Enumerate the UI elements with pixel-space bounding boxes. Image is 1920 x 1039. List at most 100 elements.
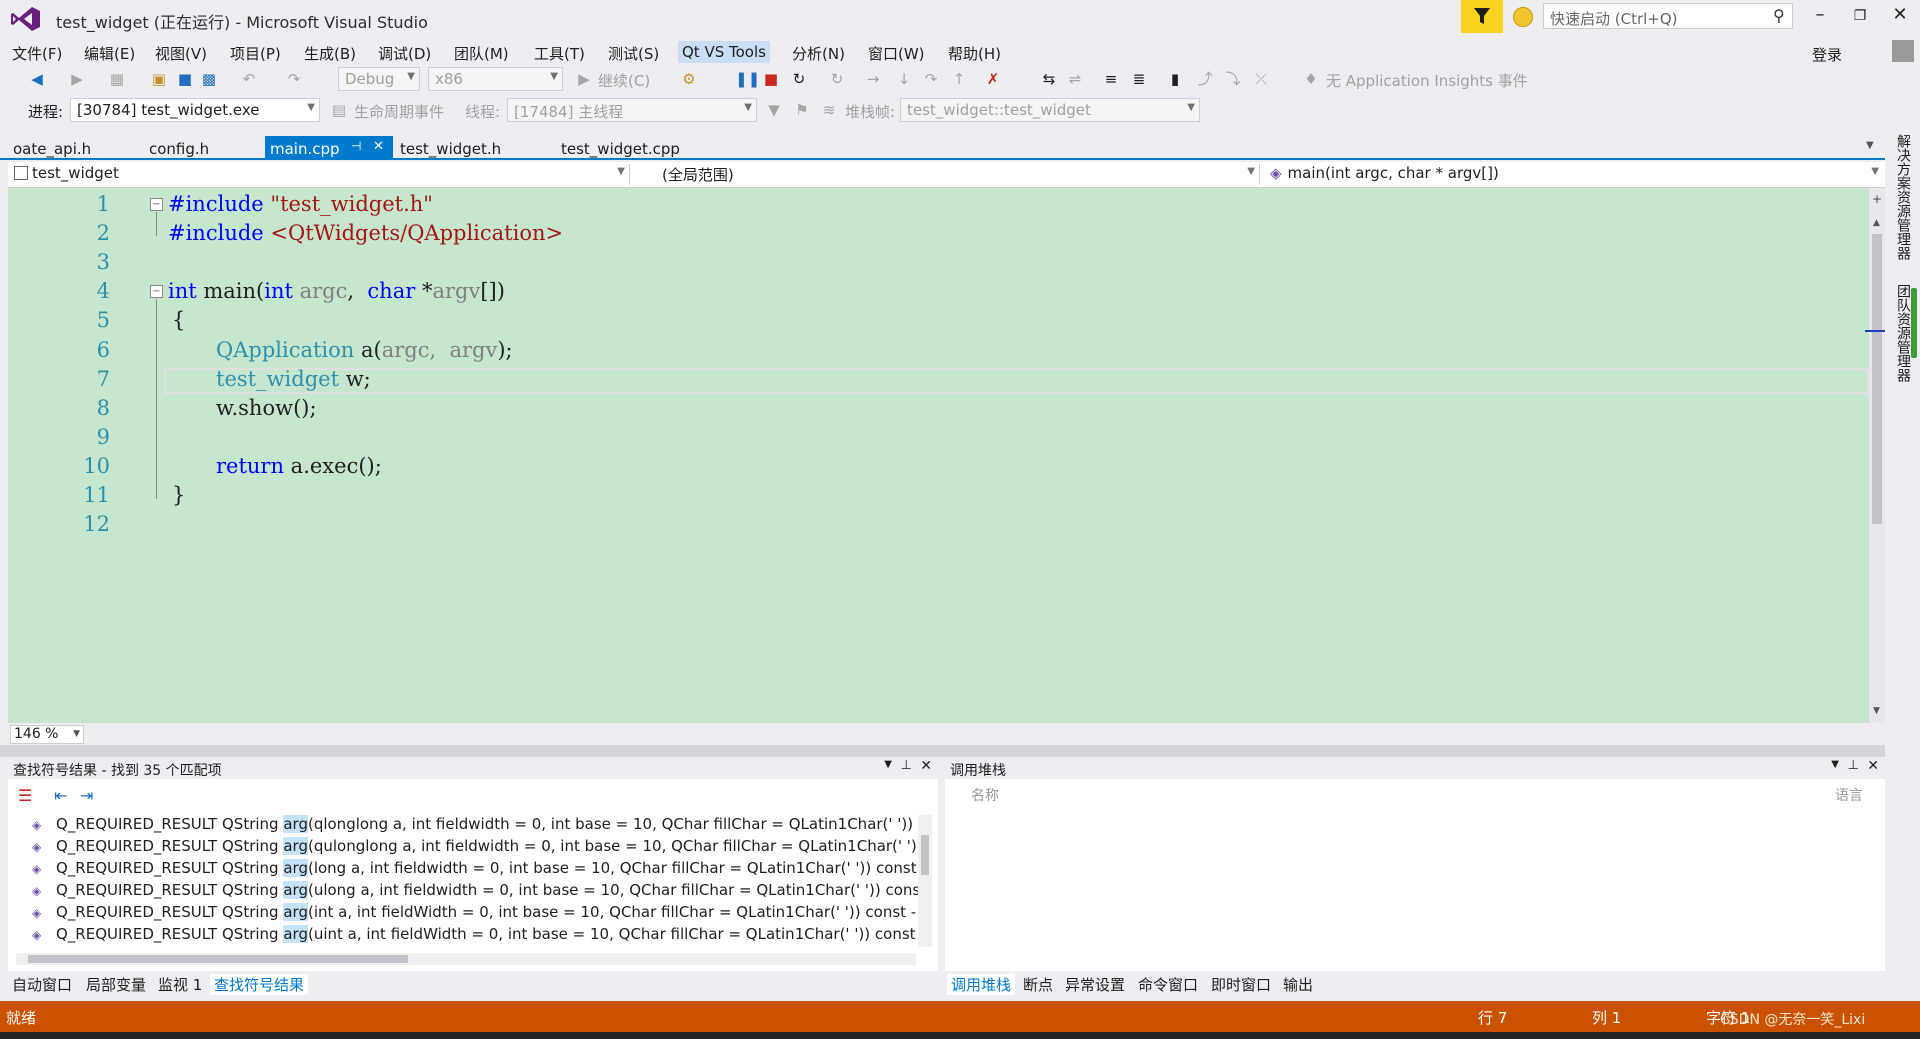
feedback-smiley-icon[interactable] [1513,7,1533,27]
result-row[interactable]: Q_REQUIRED_RESULT QString arg(ulong a, i… [56,881,926,899]
clear-bookmarks-icon[interactable]: ⤫ [1252,70,1270,88]
menu-tools[interactable]: 工具(T) [530,41,589,66]
menu-test[interactable]: 测试(S) [604,41,663,66]
team-explorer-tab[interactable]: 团队资源管理器 [1893,284,1913,382]
stop-icon[interactable]: ■ [762,70,780,88]
quick-launch-input[interactable]: 快速启动 (Ctrl+Q) [1543,3,1793,29]
results-vertical-scrollbar[interactable] [918,815,932,947]
pin-panel-icon[interactable]: ⊥ [901,758,912,773]
tab-exception-settings[interactable]: 异常设置 [1065,974,1125,995]
next-bookmark-icon[interactable]: ⤵ [1224,70,1242,88]
step-into-icon[interactable]: ↓ [895,70,913,88]
pause-icon[interactable]: ❚❚ [735,70,760,88]
thread-filter-icon[interactable]: ▼ [765,101,783,119]
open-file-icon[interactable]: ▣ [150,70,168,88]
save-all-icon[interactable]: ▩ [200,70,218,88]
solution-platform-select[interactable]: x86 ▼ [428,67,563,91]
panel-menu-chevron-icon[interactable]: ▼ [884,759,892,770]
result-row[interactable]: Q_REQUIRED_RESULT QString arg(uint a, in… [56,925,926,943]
redo-icon[interactable]: ↷ [285,70,303,88]
menu-qt-vs-tools[interactable]: Qt VS Tools [678,41,770,63]
tab-immediate-window[interactable]: 即时窗口 [1211,974,1271,995]
fold-toggle-icon[interactable]: − [150,285,163,298]
continue-button[interactable]: 继续(C) [598,70,650,91]
tab-find-symbol-results[interactable]: 查找符号结果 [210,974,309,995]
breakpoint-toggle-icon[interactable]: ✗ [984,70,1002,88]
close-panel-icon[interactable]: ✕ [920,758,932,774]
split-view-icon[interactable]: + [1872,192,1882,206]
lifecycle-events-dropdown[interactable]: 生命周期事件 [354,101,444,122]
code-editor[interactable]: 1 2 3 4 5 6 7 8 9 10 11 12 − − #include … [8,188,1885,723]
member-dropdown[interactable]: ◈ main(int argc, char * argv[]) ▼ [1266,164,1883,185]
menu-window[interactable]: 窗口(W) [864,41,929,66]
next-result-icon[interactable]: ⇥ [80,786,93,805]
menu-debug[interactable]: 调试(D) [374,41,435,66]
flag-thread-icon[interactable]: ⚑ [793,101,811,119]
prev-result-icon[interactable]: ⇤ [54,786,67,805]
menu-help[interactable]: 帮助(H) [944,41,1005,66]
outdent-icon[interactable]: ≣ [1130,70,1148,88]
minimize-button[interactable]: – [1800,4,1840,30]
menu-analyze[interactable]: 分析(N) [788,41,849,66]
step-out-icon[interactable]: ↑ [950,70,968,88]
prev-bookmark-icon[interactable]: ⤴ [1196,70,1214,88]
tab-locals[interactable]: 局部变量 [86,974,146,995]
tab-test-widget-h[interactable]: test_widget.h [395,138,506,160]
tab-overflow-chevron-icon[interactable]: ▼ [1866,140,1874,151]
solution-explorer-tab[interactable]: 解决方案资源管理器 [1893,134,1913,260]
tab-call-stack[interactable]: 调用堆栈 [947,974,1016,995]
menu-view[interactable]: 视图(V) [151,41,211,66]
pin-panel-icon[interactable]: ⊥ [1848,758,1859,773]
hot-reload-icon[interactable]: ↻ [828,70,846,88]
menu-team[interactable]: 团队(M) [450,41,513,66]
undo-icon[interactable]: ↶ [240,70,258,88]
bookmark-icon[interactable]: ▮ [1166,70,1184,88]
process-select[interactable]: [30784] test_widget.exe ▼ [70,98,320,122]
tab-command-window[interactable]: 命令窗口 [1138,974,1198,995]
insights-dropdown[interactable]: 无 Application Insights 事件 [1326,70,1528,91]
account-avatar-icon[interactable] [1892,40,1914,62]
tab-autos[interactable]: 自动窗口 [12,974,72,995]
scroll-thumb[interactable] [921,835,929,875]
editor-vertical-scrollbar[interactable]: + ▲ ▼ [1865,188,1885,723]
menu-file[interactable]: 文件(F) [8,41,66,66]
tab-test-widget-cpp[interactable]: test_widget.cpp [556,138,685,160]
panel-splitter[interactable] [0,745,1885,757]
close-tab-icon[interactable]: ✕ [373,139,384,154]
pin-tab-icon[interactable]: ⊣ [351,139,361,153]
results-horizontal-scrollbar[interactable] [16,953,916,965]
scroll-thumb[interactable] [28,955,408,963]
indent-icon[interactable]: ≡ [1102,70,1120,88]
forward-icon[interactable]: ▶ [68,70,86,88]
tab-config-h[interactable]: config.h [144,138,214,160]
menu-build[interactable]: 生成(B) [300,41,360,66]
solution-config-select[interactable]: Debug ▼ [338,67,420,91]
restart-icon[interactable]: ↻ [790,70,808,88]
result-row[interactable]: Q_REQUIRED_RESULT QString arg(qlonglong … [56,815,926,833]
show-next-statement-icon[interactable]: → [864,70,882,88]
menu-project[interactable]: 项目(P) [226,41,285,66]
scope-dropdown[interactable]: (全局范围) ▼ [658,164,1260,185]
notification-filter-icon[interactable] [1461,0,1503,33]
clear-results-icon[interactable]: ☰ [18,786,32,805]
close-window-button[interactable]: ✕ [1880,4,1920,30]
restore-button[interactable]: ❐ [1840,8,1880,34]
tab-main-cpp[interactable]: main.cpp ⊣ ✕ [265,136,393,160]
continue-play-icon[interactable]: ▶ [575,70,593,88]
project-dropdown[interactable]: test_widget ▼ [10,164,630,185]
tab-output[interactable]: 输出 [1283,974,1313,995]
save-icon[interactable]: ■ [176,70,194,88]
search-icon[interactable]: ⚲ [1773,6,1785,25]
panel-menu-chevron-icon[interactable]: ▼ [1831,759,1839,770]
back-icon[interactable]: ◀ [28,70,46,88]
close-panel-icon[interactable]: ✕ [1867,758,1879,774]
column-header-language[interactable]: 语言 [1835,785,1863,805]
tab-oate-api-h[interactable]: oate_api.h [8,138,96,160]
stack-frame-select[interactable]: test_widget::test_widget ▼ [900,98,1200,122]
scroll-thumb[interactable] [1872,234,1882,524]
result-row[interactable]: Q_REQUIRED_RESULT QString arg(qulonglong… [56,837,926,855]
thread-select[interactable]: [17484] 主线程 ▼ [507,98,757,122]
zoom-level-select[interactable]: 146 % ▼ [10,725,84,744]
hex-display-icon[interactable]: ⇌ [1066,70,1084,88]
tab-breakpoints[interactable]: 断点 [1023,974,1053,995]
